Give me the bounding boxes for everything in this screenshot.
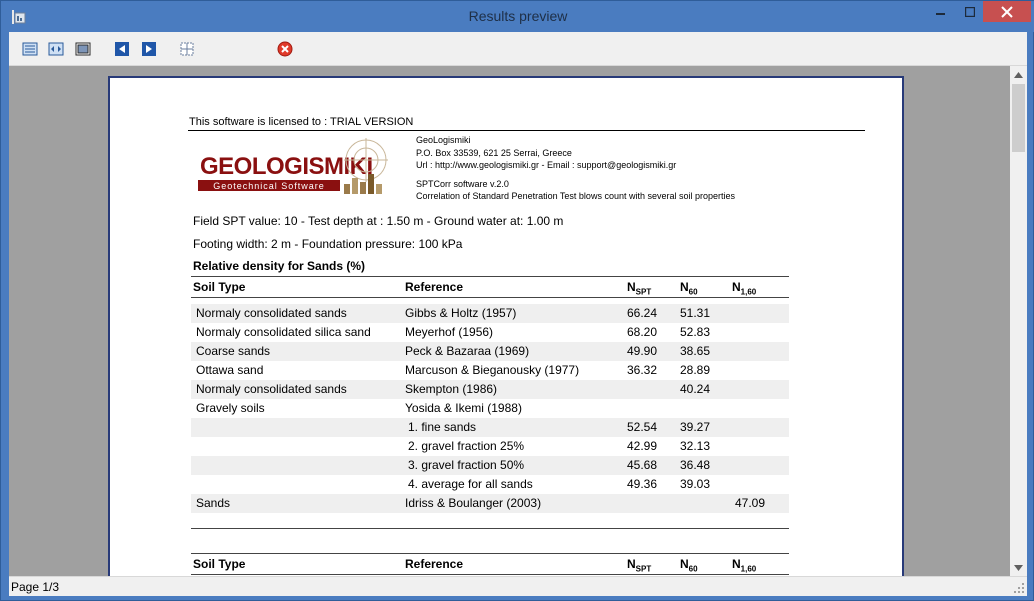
page-view-icon bbox=[22, 42, 38, 56]
close-icon bbox=[1001, 5, 1013, 18]
page-indicator: Page 1/3 bbox=[11, 580, 60, 594]
table2-header-n60: N60 bbox=[680, 557, 698, 574]
params-line-2: Footing width: 2 m - Foundation pressure… bbox=[193, 237, 463, 251]
table2-header-soil-type: Soil Type bbox=[193, 557, 246, 571]
page-width-button[interactable] bbox=[47, 40, 65, 58]
table-row: 4. average for all sands 49.36 39.03 bbox=[408, 477, 711, 491]
maximize-icon bbox=[965, 6, 975, 17]
company-info: GeoLogismiki P.O. Box 33539, 621 25 Serr… bbox=[416, 134, 735, 203]
vertical-scrollbar[interactable] bbox=[1010, 66, 1027, 576]
table-row: 2. gravel fraction 25% 42.99 32.13 bbox=[408, 439, 711, 453]
table-row: Normaly consolidated silica sand Meyerhof… bbox=[196, 325, 711, 339]
logo-subtitle: Geotechnical Software bbox=[213, 181, 325, 191]
maximize-button[interactable] bbox=[956, 1, 984, 22]
close-window-button[interactable] bbox=[983, 1, 1031, 22]
scroll-down-button[interactable] bbox=[1010, 559, 1027, 576]
results-preview-window: Results preview This software is license… bbox=[0, 0, 1034, 601]
resize-grip-icon[interactable] bbox=[1013, 582, 1025, 594]
params-line-1: Field SPT value: 10 - Test depth at : 1.… bbox=[193, 214, 564, 228]
page-view-button[interactable] bbox=[21, 40, 39, 58]
table2-header-bottom-line bbox=[191, 574, 789, 575]
report-page: This software is licensed to : TRIAL VER… bbox=[108, 76, 904, 576]
previous-page-icon bbox=[115, 42, 129, 56]
software-description: Correlation of Standard Penetration Test… bbox=[416, 191, 736, 201]
full-page-icon bbox=[75, 42, 91, 56]
company-name: GeoLogismiki bbox=[416, 135, 471, 145]
header-n60: N60 bbox=[680, 280, 698, 297]
table2-header-nspt: NSPT bbox=[627, 557, 652, 574]
header-divider bbox=[188, 130, 865, 131]
scroll-up-button[interactable] bbox=[1010, 66, 1027, 83]
title-bar[interactable]: Results preview bbox=[1, 1, 1034, 32]
table-row: Sands Idriss & Boulanger (2003) 47.09 bbox=[191, 494, 789, 513]
software-version: SPTCorr software v.2.0 bbox=[416, 178, 509, 189]
table-row: 3. gravel fraction 50% 45.68 36.48 bbox=[191, 456, 789, 475]
minimize-icon bbox=[936, 12, 945, 15]
table-row: Normaly consolidated sands Skempton (1986… bbox=[191, 380, 789, 399]
header-n160: N1,60 bbox=[732, 280, 757, 297]
table2-header-n160: N1,60 bbox=[732, 557, 757, 574]
section-title: Relative density for Sands (%) bbox=[193, 259, 366, 273]
table2-header-reference: Reference bbox=[405, 557, 464, 571]
table-row: Normaly consolidated sands Gibbs & Holtz … bbox=[191, 304, 789, 323]
preview-area[interactable]: This software is licensed to : TRIAL VER… bbox=[9, 66, 1010, 576]
full-page-button[interactable] bbox=[74, 40, 92, 58]
header-bottom-line bbox=[191, 297, 789, 298]
table2-top-line bbox=[191, 553, 789, 554]
table-top-line bbox=[191, 276, 789, 277]
chevron-up-icon bbox=[1014, 71, 1023, 78]
license-text: This software is licensed to : TRIAL VER… bbox=[189, 116, 414, 128]
header-nspt: NSPT bbox=[627, 280, 652, 297]
page-setup-icon bbox=[180, 42, 194, 56]
close-preview-icon bbox=[277, 41, 293, 57]
chevron-down-icon bbox=[1014, 564, 1023, 571]
scroll-thumb[interactable] bbox=[1012, 84, 1025, 152]
header-soil-type: Soil Type bbox=[193, 280, 246, 294]
window-title: Results preview bbox=[468, 8, 568, 24]
table-bottom-line bbox=[191, 528, 789, 529]
table-row: Coarse sands Peck & Bazaraa (1969) 49.90 38… bbox=[191, 342, 789, 361]
next-page-button[interactable] bbox=[140, 40, 158, 58]
next-page-icon bbox=[142, 42, 156, 56]
table-row: Gravely soils Yosida & Ikemi (1988) bbox=[196, 401, 522, 415]
company-logo: Geotechnical Software GEOLOGISMIKI bbox=[194, 138, 394, 200]
page-setup-button[interactable] bbox=[178, 40, 196, 58]
company-address: P.O. Box 33539, 621 25 Serrai, Greece bbox=[416, 147, 572, 158]
previous-page-button[interactable] bbox=[113, 40, 131, 58]
status-bar: Page 1/3 bbox=[9, 576, 1027, 596]
table-row: 1. fine sands 52.54 39.27 bbox=[191, 418, 789, 437]
table-row: Ottawa sand Marcuson & Bieganousky (1977)… bbox=[196, 363, 711, 377]
close-preview-button[interactable] bbox=[276, 40, 294, 58]
toolbar bbox=[9, 32, 1027, 66]
header-reference: Reference bbox=[405, 280, 464, 294]
minimize-button[interactable] bbox=[927, 1, 955, 22]
company-contact: Url : http://www.geologismiki.gr - Email… bbox=[416, 160, 677, 170]
page-width-icon bbox=[48, 42, 64, 56]
results-table: Normaly consolidated sands Gibbs & Holtz … bbox=[191, 304, 789, 513]
